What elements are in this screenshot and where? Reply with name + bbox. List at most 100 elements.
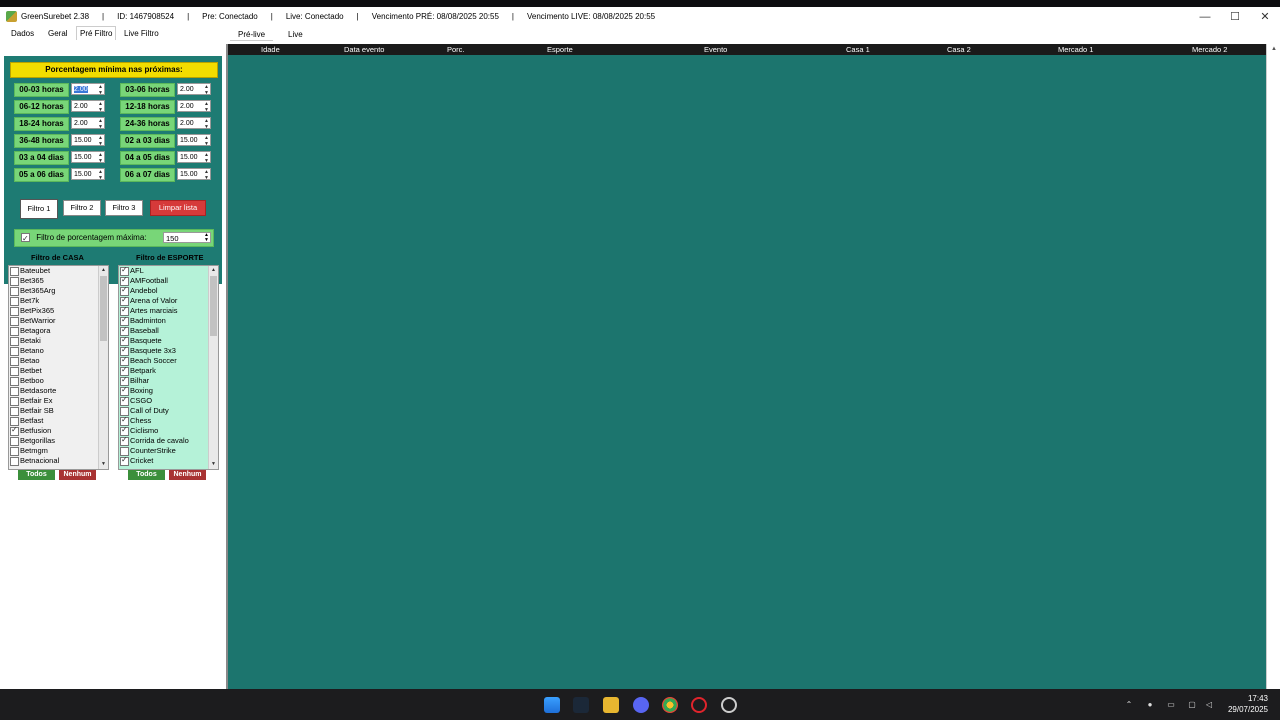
item-checkbox[interactable] bbox=[10, 377, 19, 386]
maximize-button[interactable]: ☐ bbox=[1220, 7, 1250, 26]
scroll-down-icon[interactable]: ▼ bbox=[209, 460, 218, 469]
list-item[interactable]: Cricket bbox=[119, 455, 218, 466]
list-item[interactable]: Bet7k bbox=[9, 296, 108, 306]
spinner-arrows-icon[interactable]: ▲ ▼ bbox=[98, 101, 103, 113]
list-item[interactable]: Betaki bbox=[9, 336, 108, 346]
list-item[interactable]: Beach Soccer bbox=[119, 355, 218, 366]
percentage-spinner[interactable]: 15.00 ▲ ▼ bbox=[71, 168, 105, 181]
column-header-mercado-2[interactable]: Mercado 2 bbox=[1192, 44, 1227, 55]
tab-live-filtro[interactable]: Live Filtro bbox=[124, 29, 159, 38]
app-circle-icon[interactable] bbox=[721, 697, 737, 713]
list-item[interactable]: CounterStrike bbox=[119, 446, 218, 456]
volume-icon[interactable]: ◁ bbox=[1204, 700, 1214, 710]
percentage-spinner[interactable]: 2.00 ▲ ▼ bbox=[177, 100, 211, 113]
item-checkbox[interactable] bbox=[10, 367, 19, 376]
list-item[interactable]: Betfusion bbox=[9, 425, 108, 436]
column-header-data-evento[interactable]: Data evento bbox=[344, 44, 384, 55]
surebet-grid[interactable]: Idade Data evento Porc. Esporte Evento C… bbox=[228, 44, 1266, 689]
list-item[interactable]: Betfair Ex bbox=[9, 396, 108, 406]
scroll-up-icon[interactable]: ▲ bbox=[1267, 44, 1280, 55]
list-item[interactable]: Betmgm bbox=[9, 446, 108, 456]
percentage-spinner[interactable]: 2.00 ▲ ▼ bbox=[71, 100, 105, 113]
casa-list[interactable]: Bateubet Bet365 Bet365Arg Bet7k BetPix365 Bet… bbox=[8, 265, 109, 470]
tab-pre-filtro[interactable]: Pré Filtro bbox=[76, 26, 117, 40]
scroll-thumb[interactable] bbox=[100, 276, 107, 341]
list-item[interactable]: Betagora bbox=[9, 326, 108, 336]
list-item[interactable]: Baseball bbox=[119, 325, 218, 336]
list-item[interactable]: Badminton bbox=[119, 315, 218, 326]
list-item[interactable]: Bateubet bbox=[9, 266, 108, 276]
percentage-spinner[interactable]: 15.00 ▲ ▼ bbox=[71, 134, 105, 147]
item-checkbox[interactable] bbox=[120, 435, 129, 446]
item-checkbox[interactable] bbox=[10, 347, 19, 356]
steam-icon[interactable] bbox=[573, 697, 589, 713]
column-header-casa-1[interactable]: Casa 1 bbox=[846, 44, 870, 55]
tab-dados[interactable]: Dados bbox=[11, 29, 34, 38]
item-checkbox[interactable] bbox=[10, 327, 19, 336]
spinner-arrows-icon[interactable]: ▲ ▼ bbox=[98, 118, 103, 130]
file-explorer-icon[interactable] bbox=[603, 697, 619, 713]
list-item[interactable]: Arena of Valor bbox=[119, 295, 218, 306]
clear-list-button[interactable]: Limpar lista bbox=[150, 200, 206, 216]
list-item[interactable]: Betfast bbox=[9, 416, 108, 426]
list-item[interactable]: Boxing bbox=[119, 385, 218, 396]
windows-start-icon[interactable] bbox=[544, 697, 560, 713]
list-item[interactable]: Basquete bbox=[119, 335, 218, 346]
casa-nenhum-button[interactable]: Nenhum bbox=[59, 470, 96, 480]
filtro-3-button[interactable]: Filtro 3 bbox=[105, 200, 143, 216]
clock[interactable]: 17:43 29/07/2025 bbox=[1228, 693, 1268, 715]
item-checkbox[interactable] bbox=[10, 407, 19, 416]
list-item[interactable]: Call of Duty bbox=[119, 406, 218, 416]
minimize-button[interactable]: — bbox=[1190, 7, 1220, 26]
scroll-up-icon[interactable]: ▲ bbox=[99, 266, 108, 275]
item-checkbox[interactable] bbox=[10, 357, 19, 366]
list-item[interactable]: Bilhar bbox=[119, 375, 218, 386]
esporte-todos-button[interactable]: Todos bbox=[128, 470, 165, 480]
network-icon[interactable]: ▢ bbox=[1187, 700, 1197, 710]
spinner-arrows-icon[interactable]: ▲ ▼ bbox=[204, 152, 209, 164]
item-checkbox[interactable] bbox=[10, 425, 19, 436]
percentage-spinner[interactable]: 15.00 ▲ ▼ bbox=[177, 134, 211, 147]
spinner-arrows-icon[interactable]: ▲ ▼ bbox=[204, 84, 209, 96]
list-item[interactable]: Betano bbox=[9, 346, 108, 356]
spinner-arrows-icon[interactable]: ▲ ▼ bbox=[204, 118, 209, 130]
max-filter-checkbox[interactable] bbox=[21, 231, 30, 247]
list-item[interactable]: Chess bbox=[119, 415, 218, 426]
list-item[interactable]: Ciclismo bbox=[119, 425, 218, 436]
item-checkbox[interactable] bbox=[10, 397, 19, 406]
item-checkbox[interactable] bbox=[120, 395, 129, 406]
list-item[interactable]: Basquete 3x3 bbox=[119, 345, 218, 356]
list-item[interactable]: BetWarrior bbox=[9, 316, 108, 326]
spinner-arrows-icon[interactable]: ▲ ▼ bbox=[98, 84, 103, 96]
list-item[interactable]: Betpark bbox=[119, 365, 218, 376]
column-header-evento[interactable]: Evento bbox=[704, 44, 727, 55]
column-header-mercado-1[interactable]: Mercado 1 bbox=[1058, 44, 1093, 55]
list-item[interactable]: Betao bbox=[9, 356, 108, 366]
discord-icon[interactable] bbox=[633, 697, 649, 713]
tab-pre-live[interactable]: Pré-live bbox=[230, 29, 274, 41]
item-checkbox[interactable] bbox=[10, 387, 19, 396]
percentage-spinner[interactable]: 15.00 ▲ ▼ bbox=[177, 151, 211, 164]
spinner-arrows-icon[interactable]: ▲ ▼ bbox=[204, 135, 209, 147]
spinner-arrows-icon[interactable]: ▲ ▼ bbox=[98, 152, 103, 164]
tab-live[interactable]: Live bbox=[280, 29, 311, 40]
list-item[interactable]: Betgorillas bbox=[9, 436, 108, 446]
list-item[interactable]: Andebol bbox=[119, 285, 218, 296]
column-header-casa-2[interactable]: Casa 2 bbox=[947, 44, 971, 55]
scroll-thumb[interactable] bbox=[210, 276, 217, 336]
filtro-2-button[interactable]: Filtro 2 bbox=[63, 200, 101, 216]
list-item[interactable]: CSGO bbox=[119, 395, 218, 406]
esporte-list[interactable]: AFLAMFootballAndebolArena of ValorArtes … bbox=[118, 265, 219, 470]
max-filter-spinner[interactable]: 150 ▲ ▼ bbox=[163, 232, 211, 243]
item-checkbox[interactable] bbox=[10, 287, 19, 296]
chrome-icon[interactable] bbox=[662, 697, 678, 713]
item-checkbox[interactable] bbox=[10, 447, 19, 456]
item-checkbox[interactable] bbox=[120, 455, 129, 466]
tab-geral[interactable]: Geral bbox=[48, 29, 68, 38]
esporte-nenhum-button[interactable]: Nenhum bbox=[169, 470, 206, 480]
list-item[interactable]: Corrida de cavalo bbox=[119, 435, 218, 446]
grid-scrollbar[interactable]: ▲ bbox=[1266, 44, 1280, 689]
microphone-icon[interactable]: ● bbox=[1145, 700, 1155, 710]
percentage-spinner[interactable]: 15.00 ▲ ▼ bbox=[177, 168, 211, 181]
list-item[interactable]: Bet365Arg bbox=[9, 286, 108, 296]
